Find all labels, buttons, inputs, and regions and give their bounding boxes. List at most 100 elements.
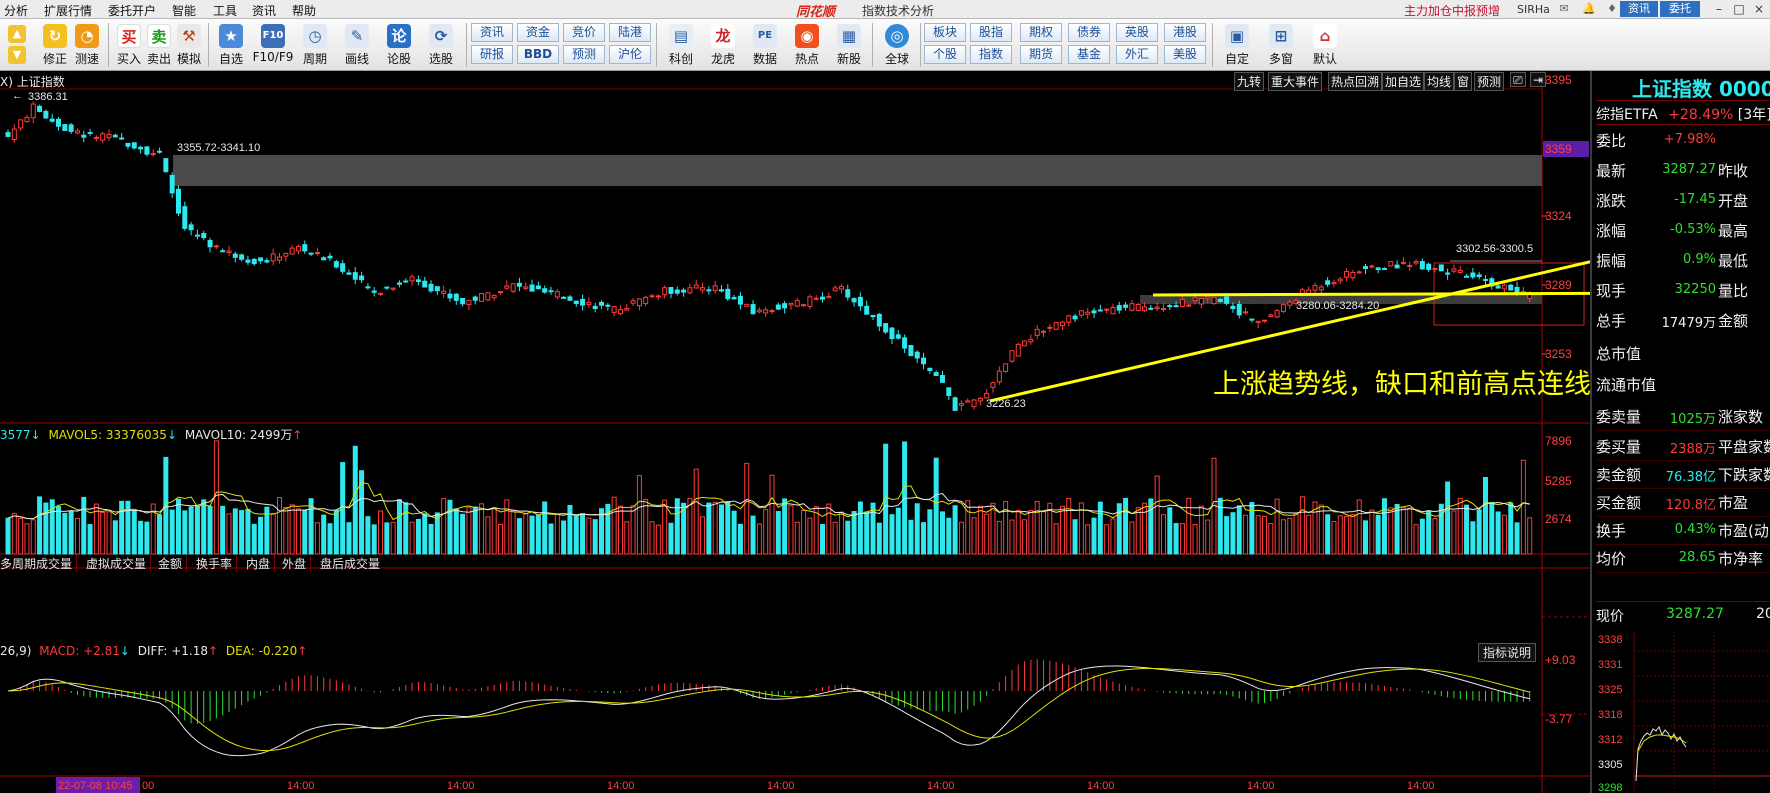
- lock-icon[interactable]: ⎚: [1510, 72, 1526, 87]
- menu-extended-quotes[interactable]: 扩展行情: [44, 2, 92, 19]
- candle: [1407, 264, 1413, 267]
- volume-bar: [428, 523, 434, 555]
- down-arrow-icon[interactable]: ▼: [8, 46, 26, 64]
- small-btn-stocks[interactable]: 个股: [924, 45, 966, 64]
- tab-amount[interactable]: 金额: [154, 555, 188, 572]
- user-name[interactable]: SIRHa: [1517, 3, 1550, 16]
- quote-row-label: 换手: [1596, 522, 1627, 540]
- indicator-help-button[interactable]: 指标说明: [1478, 643, 1537, 662]
- candle: [1041, 330, 1047, 333]
- volume-bar: [611, 496, 617, 555]
- menu-trade-account[interactable]: 委托开户: [108, 2, 156, 19]
- candle: [1274, 310, 1280, 318]
- quote-row-right-label: 市盈: [1718, 494, 1749, 512]
- volume-bar: [1407, 507, 1413, 555]
- small-btn-news[interactable]: 资讯: [471, 23, 513, 42]
- small-btn-forecast[interactable]: 预测: [563, 45, 605, 64]
- customize-button[interactable]: ▣ 自定: [1218, 22, 1256, 68]
- new-stock-button[interactable]: ▦ 新股: [830, 22, 868, 68]
- etf-row[interactable]: 综指ETFA +28.49% [3年]: [1596, 104, 1770, 124]
- hotspot-button[interactable]: ◉ 热点: [788, 22, 826, 68]
- menu-info[interactable]: 资讯: [252, 2, 276, 19]
- small-btn-bonds[interactable]: 债券: [1068, 23, 1110, 42]
- draw-line-button[interactable]: ✎ 画线: [338, 22, 376, 68]
- small-btn-bbd[interactable]: BBD: [517, 45, 559, 64]
- mail-icon[interactable]: ✉: [1557, 2, 1571, 16]
- global-button[interactable]: ◎ 全球: [878, 22, 916, 68]
- candle: [1501, 284, 1507, 290]
- news-button[interactable]: 资讯: [1620, 1, 1658, 17]
- volume-bar: [744, 462, 750, 555]
- dragon-tiger-button[interactable]: 龙龙虎: [704, 22, 742, 68]
- small-btn-auction[interactable]: 竞价: [563, 23, 605, 42]
- volume-bar: [1085, 524, 1091, 555]
- tab-turnover[interactable]: 换手率: [192, 555, 238, 572]
- promo-link[interactable]: 主力加仓中报预增: [1404, 2, 1500, 19]
- volume-bar: [1495, 511, 1501, 555]
- candle: [1287, 301, 1293, 306]
- menu-help[interactable]: 帮助: [292, 2, 316, 19]
- small-btn-forex[interactable]: 外汇: [1116, 45, 1158, 64]
- volume-bar: [687, 498, 693, 555]
- volume-bar: [561, 520, 567, 555]
- default-button[interactable]: ⌂ 默认: [1306, 22, 1344, 68]
- tab-outer[interactable]: 外盘: [278, 555, 312, 572]
- simulate-button[interactable]: ⚒ 模拟: [170, 22, 208, 68]
- candle: [561, 296, 567, 299]
- candle: [1148, 307, 1154, 310]
- discuss-button[interactable]: 论论股: [380, 22, 418, 68]
- sci-tech-icon: ▤: [669, 24, 693, 48]
- minimize-icon[interactable]: –: [1712, 2, 1726, 16]
- candle: [958, 402, 964, 406]
- tab-window[interactable]: 窗: [1454, 72, 1473, 91]
- maximize-icon[interactable]: □: [1732, 2, 1746, 16]
- close-icon[interactable]: ×: [1752, 2, 1766, 16]
- menu-smart[interactable]: 智能: [172, 2, 196, 19]
- small-btn-uk-stocks[interactable]: 英股: [1116, 23, 1158, 42]
- tab-after-hours[interactable]: 盘后成交量: [316, 555, 384, 572]
- tab-nine-turn[interactable]: 九转: [1234, 72, 1265, 91]
- small-btn-funds[interactable]: 资金: [517, 23, 559, 42]
- bell-icon[interactable]: 🔔: [1582, 2, 1596, 16]
- trade-button[interactable]: 委托: [1660, 1, 1700, 17]
- small-btn-us-stocks[interactable]: 美股: [1164, 45, 1206, 64]
- speed-test-button[interactable]: ◔ 测速: [68, 22, 106, 68]
- small-btn-sh-london[interactable]: 沪伦: [609, 45, 651, 64]
- multi-window-button[interactable]: ⊞ 多窗: [1262, 22, 1300, 68]
- period-button[interactable]: ◷ 周期: [296, 22, 334, 68]
- small-btn-funds-2[interactable]: 基金: [1068, 45, 1110, 64]
- menu-analysis[interactable]: 分析: [4, 2, 28, 19]
- stock-picker-button[interactable]: ⟳ 选股: [422, 22, 460, 68]
- tab-inner[interactable]: 内盘: [242, 555, 276, 572]
- small-btn-futures[interactable]: 期货: [1020, 45, 1062, 64]
- kline-chart-area[interactable]: ← 3386.31 3355.72-3341.10 3302.56-3300.5…: [0, 71, 1590, 793]
- candle: [599, 301, 605, 306]
- volume-bar: [529, 515, 535, 555]
- tab-multi-period-volume[interactable]: 多周期成交量: [0, 555, 78, 572]
- sci-tech-button[interactable]: ▤ 科创: [662, 22, 700, 68]
- small-btn-options[interactable]: 期权: [1020, 23, 1062, 42]
- small-btn-research[interactable]: 研报: [471, 45, 513, 64]
- up-arrow-icon[interactable]: ▲: [8, 25, 26, 43]
- tab-virtual-volume[interactable]: 虚拟成交量: [82, 555, 152, 572]
- f10-button[interactable]: F10 F10/F9: [252, 22, 294, 68]
- small-btn-index[interactable]: 指数: [970, 45, 1012, 64]
- tab-hotspot-review[interactable]: 热点回溯: [1328, 72, 1383, 91]
- watchlist-button[interactable]: ★ 自选: [212, 22, 250, 68]
- tab-add-watchlist[interactable]: 加自选: [1382, 72, 1425, 91]
- tab-forecast[interactable]: 预测: [1474, 72, 1505, 91]
- tab-ma[interactable]: 均线: [1424, 72, 1455, 91]
- toolbar-arrows[interactable]: ▲ ▼: [2, 22, 32, 68]
- small-btn-hk-stocks[interactable]: 港股: [1164, 23, 1206, 42]
- small-btn-sector[interactable]: 板块: [924, 23, 966, 42]
- candle: [554, 291, 560, 298]
- menu-tools[interactable]: 工具: [213, 2, 237, 19]
- small-btn-hk-connect[interactable]: 陆港: [609, 23, 651, 42]
- shirt-icon[interactable]: ♦: [1605, 2, 1619, 16]
- volume-bar: [542, 501, 548, 555]
- volume-bar: [1028, 509, 1034, 555]
- data-button[interactable]: PE 数据: [746, 22, 784, 68]
- small-btn-index-futures[interactable]: 股指: [970, 23, 1012, 42]
- collapse-icon[interactable]: ⇥: [1530, 72, 1546, 87]
- tab-major-events[interactable]: 重大事件: [1268, 72, 1323, 91]
